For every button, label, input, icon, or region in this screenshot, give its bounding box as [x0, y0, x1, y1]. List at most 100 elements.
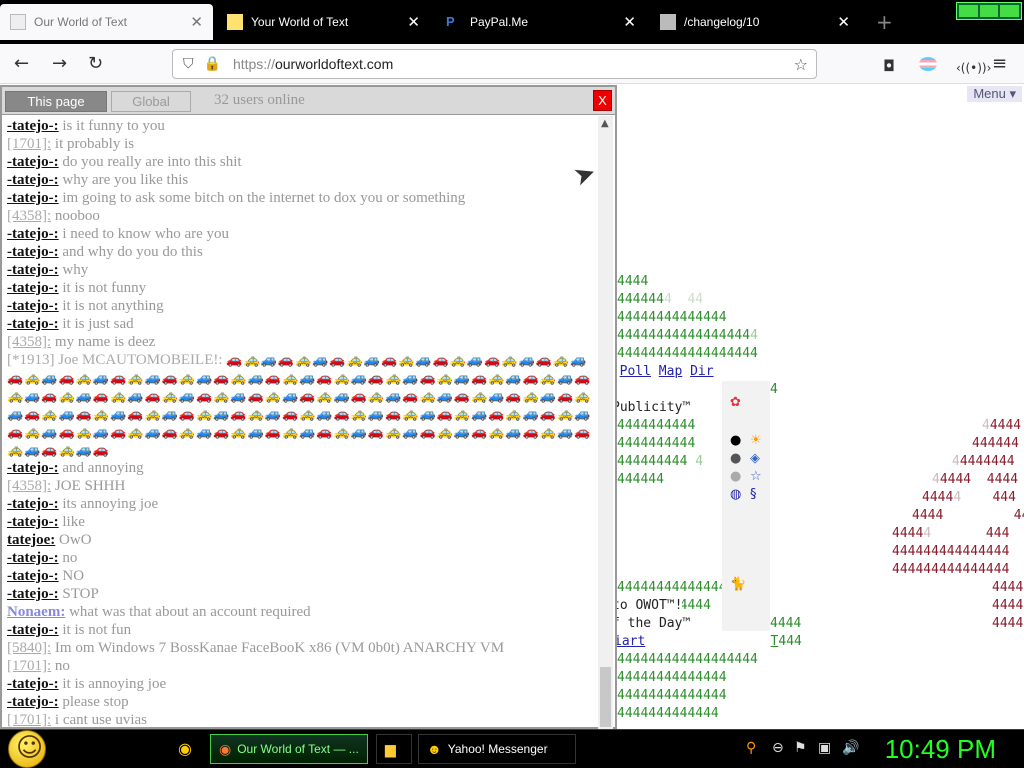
chat-text: why are you like this — [62, 172, 189, 188]
chat-nick[interactable]: -tatejo-: — [7, 244, 59, 260]
chat-nick[interactable]: -tatejo-: — [7, 154, 59, 170]
chat-text: im going to ask some bitch on the intern… — [62, 190, 466, 206]
pocket-icon[interactable]: ◘ — [883, 56, 895, 76]
chat-nick[interactable]: [5840]: — [7, 640, 51, 656]
chat-tab-this-page[interactable]: This page — [5, 91, 107, 112]
close-tab-icon[interactable]: ✕ — [623, 13, 636, 31]
network-icon[interactable]: ▣ — [818, 740, 831, 756]
folder-icon: ▆ — [385, 740, 396, 757]
new-tab-icon[interactable]: + — [876, 10, 893, 34]
taskbar-explorer-button[interactable]: ▆ — [376, 734, 412, 764]
firefox-icon: ◉ — [219, 740, 232, 757]
diamond-icon[interactable]: ◈ — [750, 451, 760, 466]
puzzle-icon[interactable]: ✿ — [730, 395, 741, 410]
lock-icon[interactable]: 🔒 — [204, 56, 221, 72]
poll-link[interactable]: Poll — [620, 364, 651, 379]
chat-nick[interactable]: -tatejo-: — [7, 118, 59, 134]
tab-changelog[interactable]: /changelog/10 ✕ — [650, 4, 860, 40]
flag-icon[interactable]: ⚑ — [794, 740, 807, 756]
back-arrow-icon[interactable]: ← — [14, 54, 29, 74]
hamburger-menu-icon[interactable]: ≡ — [992, 54, 1007, 74]
extension-flag-icon[interactable] — [919, 57, 937, 71]
chat-message-list[interactable]: -tatejo-: is it funny to you [1701]: it … — [2, 116, 598, 729]
red-grid-row: 4444 — [992, 598, 1024, 613]
chat-nick[interactable]: -tatejo-: — [7, 550, 59, 566]
chat-nick[interactable]: -tatejo-: — [7, 298, 59, 314]
chat-scrollbar[interactable]: ▲ — [598, 116, 613, 729]
chat-message: -tatejo-: it is annoying joe — [7, 675, 598, 693]
forward-arrow-icon[interactable]: → — [52, 54, 67, 74]
taskbar-button-label: Yahoo! Messenger — [447, 742, 548, 756]
symbol-icon[interactable]: § — [750, 487, 757, 502]
search-icon[interactable]: ⚲ — [746, 740, 756, 756]
wiki-link[interactable]: iart — [614, 634, 645, 649]
chat-nick[interactable]: -tatejo-: — [7, 496, 59, 512]
close-tab-icon[interactable]: ✕ — [190, 13, 203, 31]
close-tab-icon[interactable]: ✕ — [407, 13, 420, 31]
chat-message: [1701]: i cant use uvias — [7, 711, 598, 729]
globe-icon[interactable]: ◍ — [730, 487, 741, 502]
chat-nick[interactable]: -tatejo-: — [7, 262, 59, 278]
url-bar[interactable]: ⛉ 🔒 https://ourworldoftext.com ☆ — [172, 49, 817, 79]
reload-icon[interactable]: ↻ — [88, 54, 103, 74]
volume-icon[interactable]: 🔊 — [842, 740, 859, 756]
users-online-count: 32 users online — [214, 92, 305, 108]
chat-nick[interactable]: -tatejo-: — [7, 226, 59, 242]
minus-icon[interactable]: ⊖ — [772, 740, 784, 756]
shield-icon[interactable]: ⛉ — [183, 56, 194, 72]
chat-text: i cant use uvias — [54, 712, 147, 728]
dot-icon[interactable]: ● — [730, 433, 741, 448]
tab-paypal[interactable]: P PayPal.Me ✕ — [436, 4, 646, 40]
chat-text: what was that about an account required — [69, 604, 311, 620]
chrome-icon[interactable]: ◉ — [178, 739, 192, 758]
welcome-text: to OWOT™! — [612, 597, 683, 615]
chat-nick[interactable]: [4358]: — [7, 478, 51, 494]
extension-icon[interactable]: ‹((•))› — [956, 58, 991, 78]
dir-link[interactable]: Dir — [690, 364, 713, 379]
taskbar-yahoo-button[interactable]: ☻ Yahoo! Messenger — [418, 734, 576, 764]
chat-nick[interactable]: -tatejo-: — [7, 622, 59, 638]
chat-nick[interactable]: -tatejo-: — [7, 694, 59, 710]
map-link[interactable]: Map — [659, 364, 682, 379]
chat-nick[interactable]: [*1913] Joe MCAUTOMOBEILE!: — [7, 352, 223, 368]
tab-our-world-of-text[interactable]: Our World of Text ✕ — [0, 4, 213, 40]
bookmark-star-icon[interactable]: ☆ — [794, 55, 808, 74]
chat-text: i need to know who are you — [62, 226, 230, 242]
chat-nick[interactable]: -tatejo-: — [7, 280, 59, 296]
chat-nick[interactable]: -tatejo-: — [7, 568, 59, 584]
sun-icon[interactable]: ☀ — [750, 433, 762, 448]
grid-link-row: Poll Map Dir — [604, 363, 714, 381]
chat-nick[interactable]: -tatejo-: — [7, 676, 59, 692]
dot-icon[interactable]: ● — [730, 469, 741, 484]
chat-nick[interactable]: -tatejo-: — [7, 586, 59, 602]
chat-text: Im om Windows 7 BossKanae FaceBooK x86 (… — [54, 640, 505, 656]
taskbar-firefox-button[interactable]: ◉ Our World of Text — ... — [210, 734, 368, 764]
owot-menu-button[interactable]: Menu ▾ — [967, 86, 1022, 102]
chat-nick[interactable]: Nonaem: — [7, 604, 65, 620]
chat-nick[interactable]: [1701]: — [7, 136, 51, 152]
close-tab-icon[interactable]: ✕ — [837, 13, 850, 31]
chat-nick[interactable]: -tatejo-: — [7, 316, 59, 332]
dot-icon[interactable]: ● — [730, 451, 741, 466]
tab-your-world-of-text[interactable]: Your World of Text ✕ — [217, 4, 430, 40]
start-button[interactable] — [8, 730, 46, 768]
chat-nick[interactable]: -tatejo-: — [7, 172, 59, 188]
star-icon[interactable]: ☆ — [750, 469, 762, 484]
chat-close-button[interactable]: X — [593, 90, 612, 111]
cat-icon[interactable]: 🐈 — [730, 577, 746, 592]
chat-nick[interactable]: -tatejo-: — [7, 190, 59, 206]
chat-tab-global[interactable]: Global — [111, 91, 191, 112]
scrollbar-thumb[interactable] — [600, 667, 611, 727]
scroll-up-icon[interactable]: ▲ — [601, 118, 609, 129]
chat-message: -tatejo-: and annoying — [7, 459, 598, 477]
chat-nick[interactable]: [4358]: — [7, 334, 51, 350]
chat-nick[interactable]: -tatejo-: — [7, 460, 59, 476]
chat-nick[interactable]: -tatejo-: — [7, 514, 59, 530]
chat-nick[interactable]: [1701]: — [7, 658, 51, 674]
owot-favicon-icon — [10, 14, 26, 30]
chat-nick[interactable]: [1701]: — [7, 712, 51, 728]
chat-nick[interactable]: [4358]: — [7, 208, 51, 224]
chat-text: JOE SHHH — [54, 478, 126, 494]
clock[interactable]: 10:49 PM — [885, 734, 996, 765]
chat-nick[interactable]: tatejoe: — [7, 532, 55, 548]
